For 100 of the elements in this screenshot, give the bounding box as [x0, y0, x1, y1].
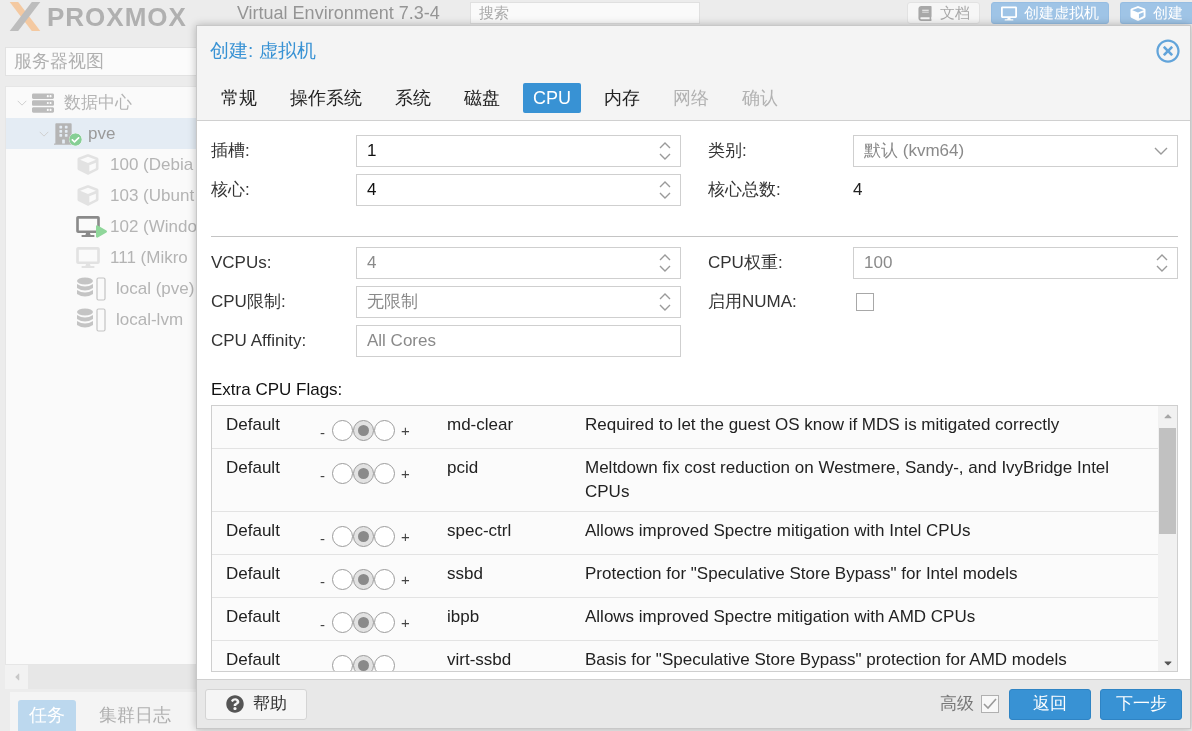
radio-button[interactable] — [353, 655, 374, 671]
chevron-down-icon[interactable] — [39, 130, 49, 137]
logo-text: PROXMOX — [47, 2, 187, 32]
flag-name: ssbd — [447, 564, 483, 583]
spinner-icon[interactable] — [1156, 254, 1168, 272]
radio-button[interactable] — [332, 569, 353, 590]
field-label: 核心: — [211, 180, 250, 200]
number-field[interactable]: 4 — [356, 174, 681, 206]
number-field[interactable]: 1 — [356, 135, 681, 167]
spinner-icon[interactable] — [659, 293, 671, 311]
field-label: CPU权重: — [708, 253, 783, 273]
tab[interactable]: 任务 — [18, 700, 76, 731]
plus-label: + — [401, 613, 410, 633]
flag-setting: Default — [226, 650, 280, 669]
scroll-left-button[interactable] — [5, 665, 28, 689]
plus-label: + — [401, 527, 410, 547]
flag-description: Protection for "Speculative Store Bypass" for Intel models — [585, 564, 1018, 583]
flag-name: spec-ctrl — [447, 521, 512, 540]
tree-item[interactable]: 103 (Ubunt — [6, 180, 196, 211]
storage-icon — [76, 307, 106, 332]
tree-item[interactable]: local (pve) — [6, 273, 196, 304]
field-label: 插槽: — [211, 141, 250, 161]
flag-setting: Default — [226, 521, 280, 540]
tree-item[interactable]: 数据中心 — [6, 87, 196, 118]
spinner-icon[interactable] — [659, 181, 671, 199]
select-field[interactable]: 默认 (kvm64) — [853, 135, 1178, 167]
radio-button[interactable] — [353, 420, 374, 441]
dialog-title: 创建: 虚拟机 — [210, 38, 316, 63]
minus-label: - — [320, 530, 325, 547]
spinner-icon[interactable] — [659, 254, 671, 272]
field-label: 启用NUMA: — [708, 292, 797, 312]
tree-item[interactable]: local-lvm — [6, 304, 196, 335]
radio-button[interactable] — [374, 655, 395, 671]
checkbox[interactable] — [981, 695, 999, 713]
radio-button[interactable] — [332, 612, 353, 633]
radio-button[interactable] — [374, 569, 395, 590]
radio-button[interactable] — [374, 612, 395, 633]
number-field[interactable]: 无限制 — [356, 286, 681, 318]
radio-button[interactable] — [374, 420, 395, 441]
plus-label: + — [401, 570, 410, 590]
tab[interactable]: 常规 — [211, 83, 267, 113]
tab[interactable]: 磁盘 — [454, 83, 510, 113]
spinner-icon[interactable] — [659, 142, 671, 160]
caret-left-icon — [13, 671, 20, 683]
header-button[interactable]: 文档 — [907, 2, 980, 24]
minus-label: - — [320, 573, 325, 590]
advanced-label: 高级 — [940, 693, 974, 716]
book-icon — [917, 5, 933, 21]
tab[interactable]: 集群日志 — [88, 700, 182, 731]
tree-item[interactable]: pve — [6, 118, 196, 149]
chevron-down-icon[interactable] — [1154, 147, 1168, 155]
view-select[interactable]: 服务器视图 — [5, 47, 196, 76]
radio-button[interactable] — [332, 420, 353, 441]
vertical-scrollbar[interactable] — [1158, 406, 1177, 671]
radio-button[interactable] — [353, 612, 374, 633]
tree-item[interactable]: 111 (Mikro — [6, 242, 196, 273]
field-value: 4 — [853, 179, 863, 202]
number-field[interactable]: 4 — [356, 247, 681, 279]
flag-description: Basis for "Speculative Store Bypass" protection for AMD models — [585, 650, 1067, 669]
horizontal-scrollbar[interactable] — [5, 665, 196, 689]
radio-button[interactable] — [353, 526, 374, 547]
radio-button[interactable] — [332, 655, 353, 671]
storage-icon — [76, 276, 106, 301]
tree-item[interactable]: 100 (Debia — [6, 149, 196, 180]
number-field[interactable]: 100 — [853, 247, 1178, 279]
radio-button[interactable] — [353, 463, 374, 484]
field-label: CPU限制: — [211, 292, 286, 312]
radio-button[interactable] — [374, 526, 395, 547]
radio-button[interactable] — [332, 463, 353, 484]
minus-label: - — [320, 424, 325, 441]
field-label: CPU Affinity: — [211, 331, 307, 351]
flag-description: Allows improved Spectre mitigation with AMD CPUs — [585, 607, 976, 626]
cube-icon — [1130, 5, 1146, 21]
field-label: 核心总数: — [708, 180, 781, 200]
checkbox[interactable] — [856, 293, 874, 311]
plus-label: + — [401, 464, 410, 484]
search-field[interactable]: 搜索 — [470, 2, 700, 24]
minus-label: - — [320, 467, 325, 484]
close-icon[interactable] — [1156, 39, 1180, 63]
chevron-down-icon[interactable] — [17, 99, 27, 106]
header-button[interactable]: 创建 — [1120, 2, 1192, 24]
tab[interactable]: CPU — [523, 83, 581, 113]
header-button[interactable]: 创建虚拟机 — [991, 2, 1109, 24]
radio-button[interactable] — [374, 463, 395, 484]
field-label: VCPUs: — [211, 253, 272, 273]
tab[interactable]: 内存 — [594, 83, 650, 113]
scrollbar-thumb[interactable] — [1159, 428, 1176, 534]
server-icon — [32, 91, 54, 114]
flag-setting: Default — [226, 415, 280, 434]
help-button[interactable]: 帮助 — [205, 688, 307, 720]
radio-button[interactable] — [332, 526, 353, 547]
tab[interactable]: 操作系统 — [280, 83, 372, 113]
text-field[interactable]: All Cores — [356, 325, 681, 357]
tab[interactable]: 系统 — [385, 83, 441, 113]
flag-name: ibpb — [447, 607, 480, 626]
flag-setting: Default — [226, 564, 280, 583]
radio-button[interactable] — [353, 569, 374, 590]
nav-button[interactable]: 返回 — [1009, 688, 1091, 720]
tree-item[interactable]: 102 (Windo — [6, 211, 196, 242]
nav-button[interactable]: 下一步 — [1100, 688, 1182, 720]
